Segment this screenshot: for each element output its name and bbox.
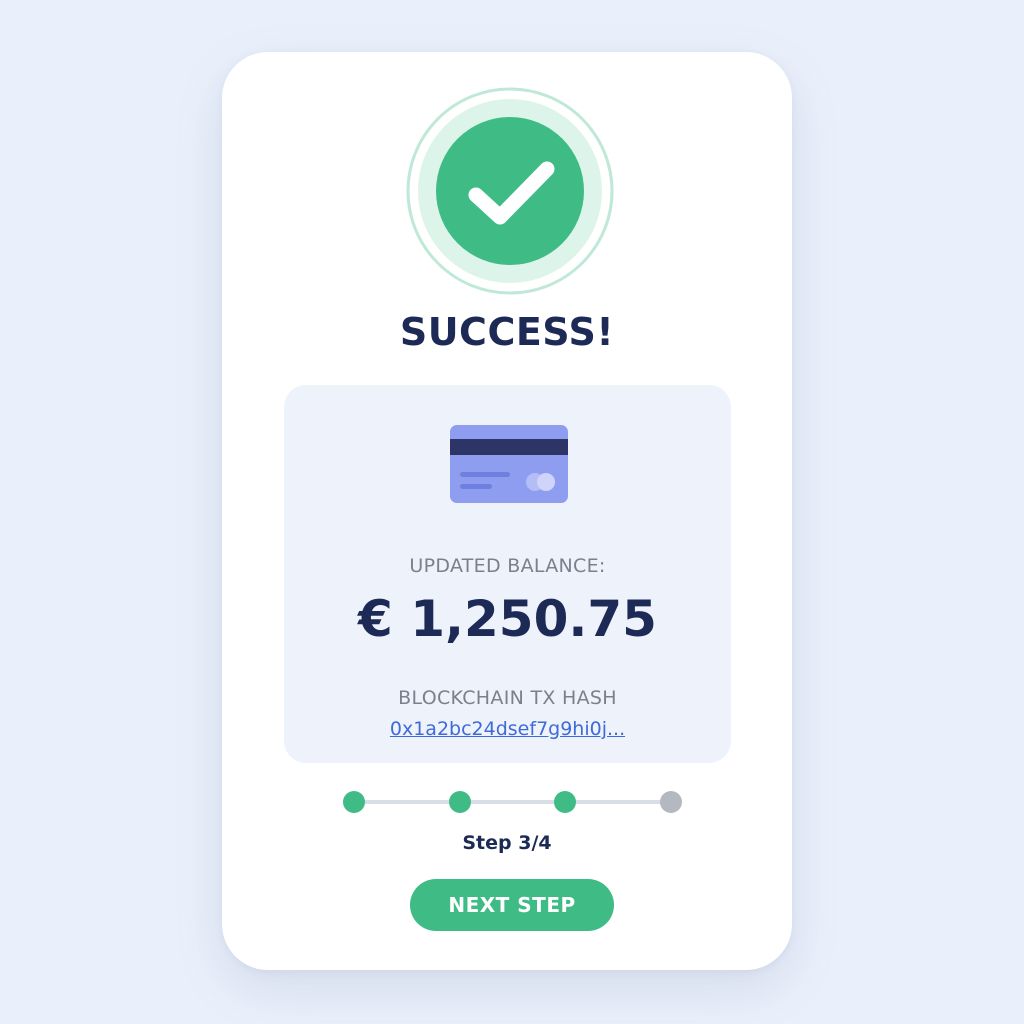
step-dot-3 (554, 791, 577, 813)
progress-stepper (340, 788, 685, 816)
page: SUCCESS! UPDATED BALANCE: € 1,250.75 BLO… (0, 0, 1024, 1024)
tx-hash-link[interactable]: 0x1a2bc24dsef7g9hi0j... (284, 718, 731, 740)
next-step-button[interactable]: NEXT STEP (410, 879, 614, 931)
success-title: SUCCESS! (399, 310, 615, 354)
step-indicator: Step 3/4 (462, 832, 552, 854)
step-dot-2 (448, 791, 471, 813)
step-dot-1 (343, 791, 365, 813)
step-dot-4 (660, 791, 682, 813)
progress-track (354, 800, 671, 804)
credit-card-icon (450, 425, 568, 503)
balance-amount: € 1,250.75 (358, 590, 657, 648)
balance-label: UPDATED BALANCE: (409, 555, 606, 577)
tx-hash-label: BLOCKCHAIN TX HASH (398, 687, 617, 709)
check-circle-icon (406, 87, 614, 295)
